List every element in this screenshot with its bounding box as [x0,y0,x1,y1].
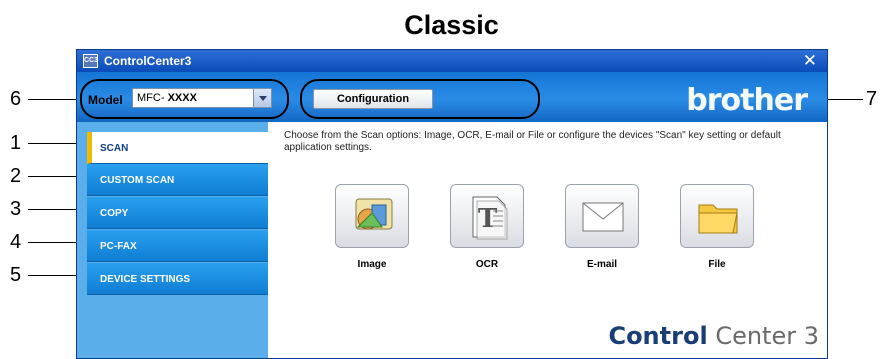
callout-ring-7 [300,79,540,119]
scan-panel: Choose from the Scan options: Image, OCR… [268,122,827,358]
brother-logo: brother [686,83,808,118]
svg-text:T: T [478,204,498,234]
folder-icon [680,184,754,248]
callout-4: 4 [10,231,22,253]
sidebar: SCAN CUSTOM SCAN COPY PC-FAX DEVICE SETT… [77,122,268,358]
email-label: E-mail [586,259,617,270]
scan-description: Choose from the Scan options: Image, OCR… [284,130,781,153]
image-label: Image [357,259,387,270]
window-title: ControlCenter3 [104,54,192,68]
sidebar-item-copy[interactable]: COPY [87,197,268,229]
email-button[interactable]: E-mail [564,184,640,270]
figure-title: Classic [404,10,499,40]
callout-6: 6 [10,88,22,110]
callout-ring-6 [80,79,289,119]
callout-1: 1 [10,132,22,154]
callout-7: 7 [866,88,878,110]
email-icon [565,184,639,248]
sidebar-item-device-settings[interactable]: DEVICE SETTINGS [87,263,268,295]
image-button[interactable]: Image [334,184,410,270]
control-center-logo: Control Center 3 [608,322,819,350]
callout-2: 2 [10,165,22,187]
close-icon[interactable]: ✕ [803,51,817,71]
app-icon: CC3 [83,54,98,68]
sidebar-item-scan[interactable]: SCAN [87,132,268,164]
callout-5: 5 [10,264,22,286]
image-icon [335,184,409,248]
title-bar[interactable]: CC3 ControlCenter3 ✕ [77,50,827,72]
ocr-icon: T [450,184,524,248]
file-label: File [708,259,726,270]
callout-3: 3 [10,198,22,220]
ocr-button[interactable]: T OCR [449,184,525,270]
ocr-label: OCR [475,259,499,270]
sidebar-item-pc-fax[interactable]: PC-FAX [87,230,268,262]
leader-line-6 [28,99,76,100]
sidebar-item-custom-scan[interactable]: CUSTOM SCAN [87,164,268,196]
file-button[interactable]: File [679,184,755,270]
